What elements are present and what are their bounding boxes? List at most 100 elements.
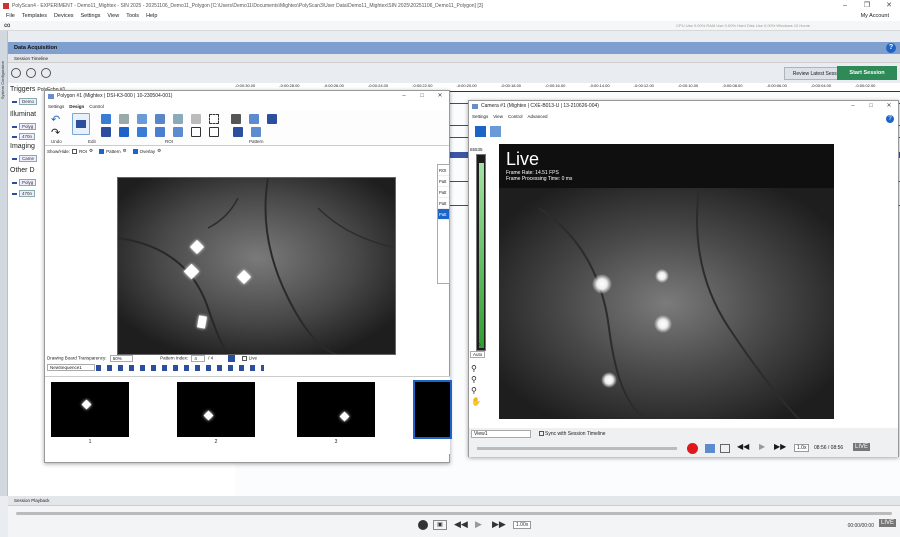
track-item[interactable]: Came [12, 155, 38, 162]
copy-icon[interactable] [119, 114, 129, 124]
zoom-fit-icon[interactable]: ⚲ [471, 363, 481, 374]
zoom-in-icon[interactable] [26, 68, 36, 78]
playback-speed[interactable]: 1.00x [513, 521, 532, 529]
maximize-button[interactable]: ❐ [856, 0, 878, 11]
camera-window-titlebar[interactable]: Camera #1 (Mightex | CXE-B013-U | 13-210… [469, 101, 898, 112]
zoom-out-icon[interactable]: ⚲ [471, 385, 481, 396]
menu-view[interactable]: View [107, 13, 119, 19]
drawing-board[interactable] [117, 177, 396, 355]
track-item[interactable]: 470n [12, 190, 36, 197]
track-item[interactable]: Polyg [12, 123, 37, 130]
pattern-mirror-icon[interactable] [231, 114, 241, 124]
record-icon[interactable] [687, 443, 698, 454]
close-button[interactable]: ✕ [431, 91, 449, 102]
menu-tools[interactable]: Tools [126, 13, 139, 19]
help-icon[interactable]: ? [886, 115, 894, 123]
view-layout-icon[interactable] [475, 126, 486, 137]
sequence-tool-icons[interactable] [96, 365, 265, 371]
roi-checkbox[interactable] [72, 148, 78, 154]
sequence-select[interactable]: NewSequence1 [47, 364, 95, 372]
my-account-link[interactable]: My Account [861, 13, 889, 19]
menu-templates[interactable]: Templates [22, 13, 47, 19]
redo-icon[interactable]: ↷ [51, 126, 61, 139]
pattern-thumb-4[interactable] [413, 380, 452, 439]
maximize-button[interactable]: □ [862, 101, 880, 112]
polygon-window-titlebar[interactable]: Polygon #1 (Mightex | DSI-K3-000 | 10-23… [45, 91, 449, 102]
columns-icon[interactable] [137, 127, 147, 137]
play-icon[interactable]: ▶ [759, 442, 765, 451]
roi-grid-icon[interactable] [191, 114, 201, 124]
pattern-export-icon[interactable] [251, 127, 261, 137]
roi-crop-icon[interactable] [209, 114, 219, 124]
pattern-nav-icon[interactable] [228, 355, 236, 362]
snapshot-icon[interactable] [705, 444, 715, 453]
undo-icon[interactable]: ↶ [51, 113, 61, 126]
tab-control[interactable]: Control [89, 104, 104, 109]
minimize-button[interactable]: – [395, 91, 413, 102]
delete-icon[interactable] [119, 127, 129, 137]
start-session-button[interactable]: Start Session [837, 66, 897, 80]
roi-list-item[interactable]: Patt [438, 176, 449, 187]
fast-forward-icon[interactable]: ▶▶ [492, 519, 506, 530]
camera-scrubber[interactable] [477, 447, 677, 450]
camera-view[interactable]: Live Frame Rate: 14.51 FPS Frame Process… [499, 144, 834, 419]
pan-hand-icon[interactable]: ✋ [471, 396, 481, 407]
roi-select-icon[interactable] [173, 114, 183, 124]
move-icon[interactable] [155, 127, 165, 137]
roi-align-icon[interactable] [209, 127, 219, 137]
live-checkbox[interactable] [241, 356, 247, 361]
view-name-input[interactable]: View1 [471, 430, 531, 438]
fast-forward-icon[interactable]: ▶▶ [774, 442, 786, 451]
system-config-sidebar[interactable]: System Configuration [0, 31, 8, 496]
minimize-button[interactable]: – [844, 101, 862, 112]
section-other-devices[interactable]: Other D [10, 167, 35, 174]
pattern-gear-icon[interactable]: ⚙ [123, 148, 127, 154]
section-illumination[interactable]: Illuminat [10, 111, 36, 118]
menu-file[interactable]: File [6, 13, 15, 19]
resize-icon[interactable] [101, 127, 111, 137]
pattern-checkbox[interactable] [99, 148, 105, 154]
paste-icon[interactable] [137, 114, 147, 124]
roi-gear-icon[interactable]: ⚙ [89, 148, 93, 154]
track-item[interactable]: Demo [12, 98, 38, 105]
close-button[interactable]: ✕ [880, 101, 898, 112]
menu-settings[interactable]: Settings [81, 13, 101, 19]
tab-settings[interactable]: Settings [472, 114, 488, 119]
close-button[interactable]: ✕ [878, 0, 900, 11]
sync-checkbox[interactable] [539, 431, 544, 436]
pointer-icon[interactable] [155, 114, 165, 124]
roi-list-item[interactable]: Patt [438, 209, 449, 220]
menu-help[interactable]: Help [146, 13, 157, 19]
record-icon[interactable] [418, 520, 428, 530]
playback-live-button[interactable]: LIVE [878, 519, 896, 527]
pattern-person-icon[interactable] [249, 114, 259, 124]
menu-devices[interactable]: Devices [54, 13, 74, 19]
zoom-out-icon[interactable] [41, 68, 51, 78]
section-imaging[interactable]: Imaging [10, 143, 35, 150]
tab-settings[interactable]: Settings [48, 104, 64, 109]
roi-rect-icon[interactable] [191, 127, 201, 137]
paint-icon[interactable] [101, 114, 111, 124]
view-split-icon[interactable] [490, 126, 501, 137]
pattern-index-input[interactable]: 4 [191, 354, 205, 362]
play-icon[interactable]: ▶ [475, 519, 482, 530]
zoom-in-icon[interactable]: ⚲ [471, 374, 481, 385]
minimize-button[interactable]: – [834, 0, 856, 11]
track-item[interactable]: Polyg [12, 179, 37, 186]
infinity-icon[interactable]: ∞ [4, 21, 10, 30]
camera-live-button[interactable]: LIVE [853, 443, 871, 451]
zoom-fit-icon[interactable] [11, 68, 21, 78]
pattern-thumb-1[interactable] [51, 382, 129, 437]
export-icon[interactable] [720, 444, 730, 453]
auto-button[interactable]: Auto [470, 351, 486, 358]
pattern-image-icon[interactable] [267, 114, 277, 124]
camera-speed[interactable]: 1.0x [794, 444, 810, 452]
select-tool-icon[interactable] [72, 113, 90, 135]
tab-view[interactable]: View [493, 114, 503, 119]
pattern-thumb-3[interactable] [297, 382, 375, 437]
rewind-icon[interactable]: ◀◀ [454, 519, 468, 530]
roi-list-item[interactable]: Patt [438, 198, 449, 209]
roi-add-icon[interactable] [173, 127, 183, 137]
pattern-thumb-2[interactable] [177, 382, 255, 437]
histogram[interactable] [476, 154, 486, 351]
